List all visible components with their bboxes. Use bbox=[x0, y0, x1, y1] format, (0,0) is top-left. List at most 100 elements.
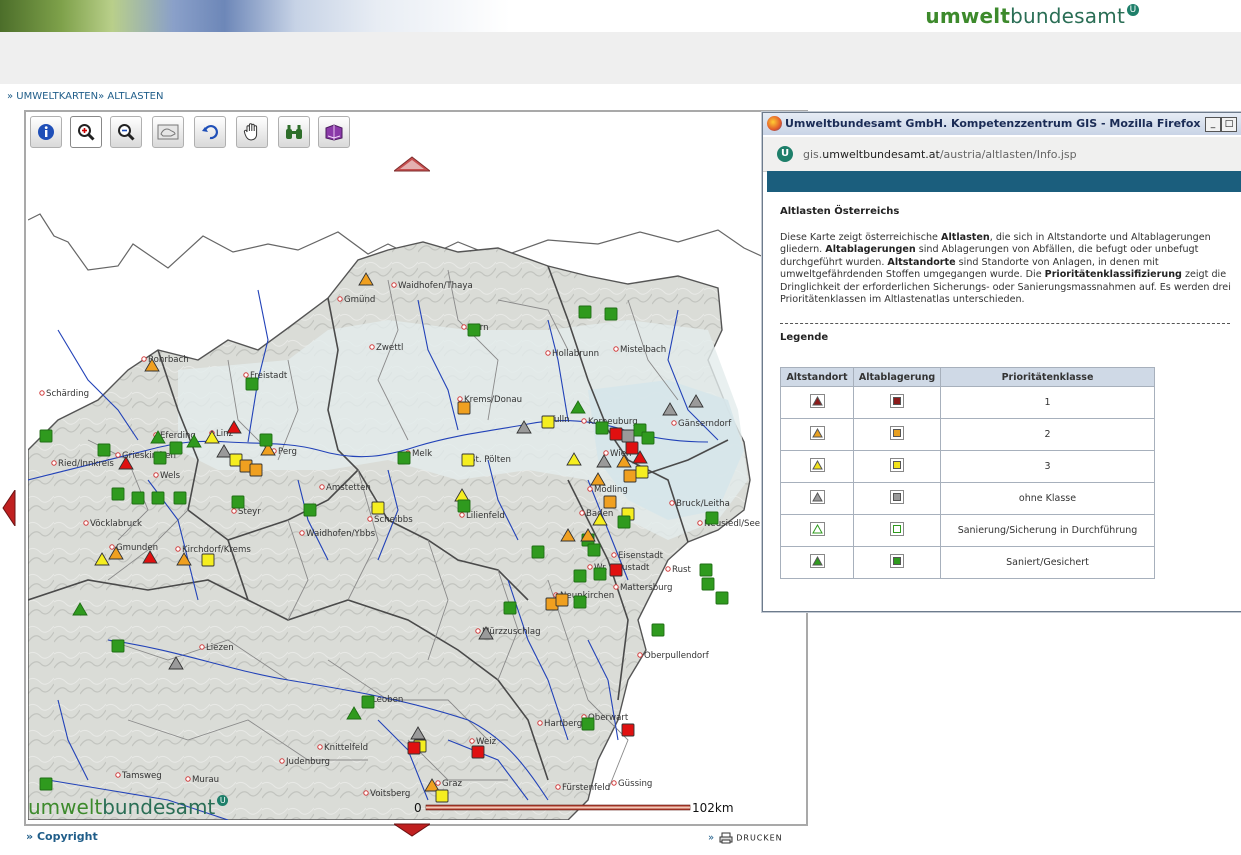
legend-class-label: ohne Klasse bbox=[940, 482, 1155, 515]
breadcrumb: » UMWELTKARTEN» ALTLASTEN bbox=[7, 91, 164, 102]
waste-deposit-marker[interactable] bbox=[623, 469, 637, 483]
info-tool-button[interactable] bbox=[30, 116, 62, 148]
back-tool-button[interactable] bbox=[194, 116, 226, 148]
square-symbol-icon bbox=[890, 426, 904, 440]
waste-deposit-marker[interactable] bbox=[97, 443, 111, 457]
map-place-label: Oberpullendorf bbox=[644, 651, 710, 661]
minimize-button[interactable]: _ bbox=[1205, 117, 1221, 132]
waste-deposit-marker[interactable] bbox=[705, 511, 719, 525]
zoom-in-icon bbox=[78, 124, 95, 141]
waste-deposit-marker[interactable] bbox=[457, 499, 471, 513]
town-marker-icon bbox=[319, 484, 325, 490]
waste-deposit-marker[interactable] bbox=[621, 723, 635, 737]
waste-deposit-marker[interactable] bbox=[231, 495, 245, 509]
binoculars-icon bbox=[286, 125, 302, 139]
waste-deposit-marker[interactable] bbox=[397, 451, 411, 465]
copyright-link[interactable]: » Copyright bbox=[26, 830, 98, 843]
pan-left-arrow[interactable] bbox=[2, 490, 16, 526]
town-marker-icon bbox=[279, 758, 285, 764]
town-marker-icon bbox=[475, 628, 481, 634]
zoom-out-tool-button[interactable] bbox=[110, 116, 142, 148]
waste-deposit-marker[interactable] bbox=[603, 495, 617, 509]
waste-deposit-marker[interactable] bbox=[541, 415, 555, 429]
waste-deposit-marker[interactable] bbox=[609, 563, 623, 577]
square-symbol-icon bbox=[890, 554, 904, 568]
waste-deposit-marker[interactable] bbox=[467, 323, 481, 337]
waste-deposit-marker[interactable] bbox=[581, 717, 595, 731]
header-band bbox=[0, 32, 1241, 84]
waste-deposit-marker[interactable] bbox=[111, 639, 125, 653]
waste-deposit-marker[interactable] bbox=[617, 515, 631, 529]
waste-deposit-marker[interactable] bbox=[169, 441, 183, 455]
waste-deposit-marker[interactable] bbox=[573, 595, 587, 609]
waste-deposit-marker[interactable] bbox=[303, 503, 317, 517]
waste-deposit-marker[interactable] bbox=[555, 593, 569, 607]
waste-deposit-marker[interactable] bbox=[371, 501, 385, 515]
waste-deposit-marker[interactable] bbox=[111, 487, 125, 501]
print-link[interactable]: » DRUCKEN bbox=[708, 832, 783, 844]
overview-tool-button[interactable] bbox=[278, 116, 310, 148]
info-popup-window[interactable]: Umweltbundesamt GmbH. Kompetenzzentrum G… bbox=[762, 112, 1241, 612]
map-place-label: Murau bbox=[192, 775, 219, 785]
legend-altablagerung-symbol bbox=[853, 418, 941, 451]
map-place-label: Tamsweg bbox=[121, 771, 162, 781]
waste-deposit-marker[interactable] bbox=[531, 545, 545, 559]
popup-url[interactable]: gis.umweltbundesamt.at/austria/altlasten… bbox=[803, 148, 1077, 161]
town-marker-icon bbox=[299, 530, 305, 536]
waste-deposit-marker[interactable] bbox=[201, 553, 215, 567]
waste-deposit-marker[interactable] bbox=[457, 401, 471, 415]
pan-tool-button[interactable] bbox=[236, 116, 268, 148]
triangle-symbol-icon bbox=[809, 394, 825, 408]
waste-deposit-marker[interactable] bbox=[361, 695, 375, 709]
waste-deposit-marker[interactable] bbox=[39, 429, 53, 443]
waste-deposit-marker[interactable] bbox=[625, 441, 639, 455]
zoom-in-tool-button[interactable] bbox=[70, 116, 102, 148]
map-place-label: Waidhofen/Ybbs bbox=[306, 529, 376, 539]
triangle-symbol-icon bbox=[809, 458, 825, 472]
waste-deposit-marker[interactable] bbox=[699, 563, 713, 577]
waste-deposit-marker[interactable] bbox=[461, 453, 475, 467]
waste-deposit-marker[interactable] bbox=[701, 577, 715, 591]
waste-deposit-marker[interactable] bbox=[635, 465, 649, 479]
waste-deposit-marker[interactable] bbox=[259, 433, 273, 447]
waste-deposit-marker[interactable] bbox=[609, 427, 623, 441]
full-extent-tool-button[interactable] bbox=[152, 116, 184, 148]
breadcrumb-link-altlasten[interactable]: ALTLASTEN bbox=[107, 91, 163, 102]
waste-deposit-marker[interactable] bbox=[651, 623, 665, 637]
waste-deposit-marker[interactable] bbox=[604, 307, 618, 321]
waste-deposit-marker[interactable] bbox=[503, 601, 517, 615]
waste-deposit-marker[interactable] bbox=[587, 543, 601, 557]
triangle-symbol-icon bbox=[809, 490, 825, 504]
legend-tool-button[interactable] bbox=[318, 116, 350, 148]
waste-deposit-marker[interactable] bbox=[249, 463, 263, 477]
waste-deposit-marker[interactable] bbox=[39, 777, 53, 791]
waste-deposit-marker[interactable] bbox=[407, 741, 421, 755]
waste-deposit-marker[interactable] bbox=[593, 567, 607, 581]
waste-deposit-marker[interactable] bbox=[245, 377, 259, 391]
waste-deposit-marker[interactable] bbox=[621, 429, 635, 443]
waste-deposit-marker[interactable] bbox=[153, 451, 167, 465]
popup-url-bar[interactable]: U gis.umweltbundesamt.at/austria/altlast… bbox=[763, 137, 1241, 172]
waste-deposit-marker[interactable] bbox=[573, 569, 587, 583]
maximize-button[interactable]: □ bbox=[1221, 117, 1237, 132]
waste-deposit-marker[interactable] bbox=[471, 745, 485, 759]
waste-deposit-marker[interactable] bbox=[715, 591, 729, 605]
popup-body: Altlasten Österreichs Diese Karte zeigt … bbox=[780, 206, 1235, 343]
pan-up-arrow[interactable] bbox=[394, 156, 430, 172]
town-marker-icon bbox=[457, 396, 463, 402]
waste-deposit-marker[interactable] bbox=[641, 431, 655, 445]
waste-deposit-marker[interactable] bbox=[578, 305, 592, 319]
town-marker-icon bbox=[587, 486, 593, 492]
waste-deposit-marker[interactable] bbox=[173, 491, 187, 505]
brand-logo[interactable]: umweltbundesamt U bbox=[925, 4, 1139, 28]
austria-map: GmündWaidhofen/ThayaHornZwettlHollabrunn… bbox=[28, 213, 789, 820]
pan-down-arrow[interactable] bbox=[394, 823, 430, 837]
waste-deposit-marker[interactable] bbox=[151, 491, 165, 505]
popup-title-bar[interactable]: Umweltbundesamt GmbH. Kompetenzzentrum G… bbox=[763, 113, 1241, 135]
town-marker-icon bbox=[613, 346, 619, 352]
legend-altstandort-symbol bbox=[780, 514, 854, 547]
waste-deposit-marker[interactable] bbox=[131, 491, 145, 505]
waste-deposit-marker[interactable] bbox=[595, 421, 609, 435]
breadcrumb-link-umweltkarten[interactable]: UMWELTKARTEN bbox=[16, 91, 98, 102]
map-canvas[interactable]: GmündWaidhofen/ThayaHornZwettlHollabrunn… bbox=[28, 180, 802, 820]
